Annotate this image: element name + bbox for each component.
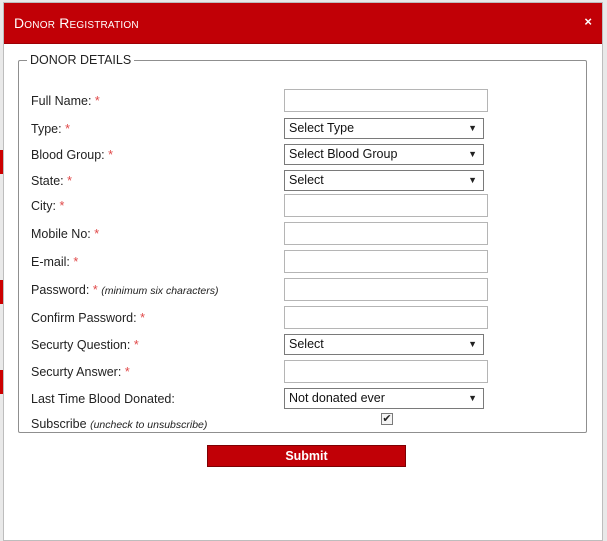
close-icon[interactable]: × [584, 14, 592, 29]
last-donated-select-value: Not donated ever [289, 391, 385, 405]
submit-button[interactable]: Submit [207, 445, 406, 467]
blood-group-row: Blood Group: * Select Blood Group ▼ [31, 143, 586, 167]
blood-group-label: Blood Group: * [31, 148, 114, 162]
subscribe-row: Subscribe (uncheck to unsubscribe) ✔ [31, 413, 586, 437]
required-marker: * [133, 338, 139, 352]
mobile-label: Mobile No: * [31, 227, 100, 241]
last-donated-row: Last Time Blood Donated: Not donated eve… [31, 387, 586, 411]
required-marker: * [59, 199, 65, 213]
modal-header: Donor Registration × [4, 3, 602, 44]
email-row: E-mail: * [31, 250, 586, 274]
email-label: E-mail: * [31, 255, 79, 269]
last-donated-select[interactable]: Not donated ever ▼ [284, 388, 484, 409]
required-marker: * [92, 283, 98, 297]
full-name-input[interactable] [284, 89, 488, 112]
required-marker: * [65, 122, 70, 136]
city-label: City: * [31, 199, 65, 213]
security-question-label: Securty Question: * [31, 338, 139, 352]
fieldset-legend: DONOR DETAILS [30, 53, 132, 67]
city-row: City: * [31, 194, 586, 218]
subscribe-checkbox[interactable]: ✔ [381, 413, 393, 425]
email-input[interactable] [284, 250, 488, 273]
state-select[interactable]: Select ▼ [284, 170, 484, 191]
required-marker: * [124, 365, 130, 379]
city-input[interactable] [284, 194, 488, 217]
required-marker: * [94, 227, 100, 241]
donor-registration-modal: Donor Registration × DONOR DETAILS Full … [3, 2, 603, 541]
full-name-label: Full Name: * [31, 94, 100, 108]
subscribe-label: Subscribe (uncheck to unsubscribe) [31, 417, 208, 431]
required-marker: * [73, 255, 79, 269]
chevron-down-icon: ▼ [468, 393, 477, 403]
subscribe-hint: (uncheck to unsubscribe) [90, 419, 208, 431]
chevron-down-icon: ▼ [468, 175, 477, 185]
required-marker: * [67, 174, 73, 188]
state-select-value: Select [289, 173, 324, 187]
security-question-select-value: Select [289, 337, 324, 351]
password-hint: (minimum six characters) [101, 285, 219, 297]
blood-group-select[interactable]: Select Blood Group ▼ [284, 144, 484, 165]
last-donated-label: Last Time Blood Donated: [31, 392, 175, 406]
mobile-input[interactable] [284, 222, 488, 245]
security-answer-row: Securty Answer: * [31, 360, 586, 384]
state-row: State: * Select ▼ [31, 169, 586, 193]
confirm-password-row: Confirm Password: * [31, 306, 586, 330]
state-label: State: * [31, 174, 73, 188]
chevron-down-icon: ▼ [468, 149, 477, 159]
type-row: Type: * Select Type ▼ [31, 117, 586, 141]
chevron-down-icon: ▼ [468, 339, 477, 349]
password-row: Password: * (minimum six characters) [31, 278, 586, 302]
password-label: Password: * (minimum six characters) [31, 283, 219, 297]
required-marker: * [94, 94, 100, 108]
confirm-password-input[interactable] [284, 306, 488, 329]
security-question-row: Securty Question: * Select ▼ [31, 333, 586, 357]
modal-title: Donor Registration [14, 15, 139, 31]
blood-group-select-value: Select Blood Group [289, 147, 398, 161]
security-answer-label: Securty Answer: * [31, 365, 130, 379]
type-select-value: Select Type [289, 121, 355, 135]
type-label: Type: * [31, 122, 70, 136]
full-name-row: Full Name: * [31, 89, 586, 113]
required-marker: * [108, 148, 114, 162]
mobile-row: Mobile No: * [31, 222, 586, 246]
security-answer-input[interactable] [284, 360, 488, 383]
donor-details-fieldset: DONOR DETAILS Full Name: * Type: * Selec… [18, 53, 587, 433]
type-select[interactable]: Select Type ▼ [284, 118, 484, 139]
security-question-select[interactable]: Select ▼ [284, 334, 484, 355]
required-marker: * [140, 311, 145, 325]
password-input[interactable] [284, 278, 488, 301]
check-icon: ✔ [382, 413, 392, 425]
chevron-down-icon: ▼ [468, 123, 477, 133]
confirm-password-label: Confirm Password: * [31, 311, 145, 325]
